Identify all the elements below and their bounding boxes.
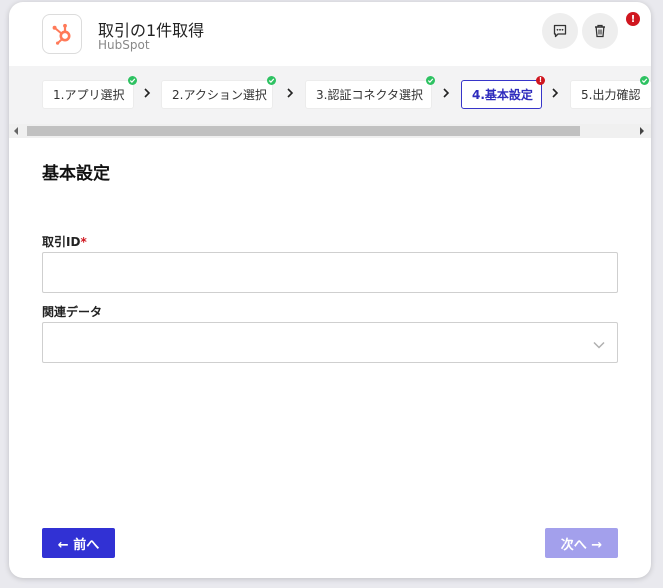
deal-id-label: 取引ID*: [42, 233, 87, 250]
section-title: 基本設定: [42, 164, 110, 184]
step-label: 4.基本設定: [472, 88, 533, 102]
chevron-right-icon: [443, 88, 450, 98]
deal-id-label-text: 取引ID: [42, 235, 81, 249]
app-name: HubSpot: [98, 38, 150, 52]
deal-id-input[interactable]: [42, 252, 618, 293]
step-label: 1.アプリ選択: [53, 88, 125, 102]
step-label: 3.認証コネクタ選択: [316, 88, 423, 102]
related-data-select[interactable]: [42, 322, 618, 363]
step-label: 5.出力確認: [581, 88, 641, 102]
header: 取引の1件取得 HubSpot !: [9, 2, 651, 66]
delete-button[interactable]: [582, 13, 618, 49]
scroll-right-icon[interactable]: [640, 127, 644, 135]
step-navigation: 1.アプリ選択 2.アクション選択 3.認証コネクタ選択 4.基本設定 ! 5.…: [9, 66, 651, 124]
chevron-down-icon: [593, 341, 605, 349]
chevron-right-icon: [552, 88, 559, 98]
comment-icon: [553, 24, 567, 38]
required-mark: *: [80, 235, 87, 249]
step-4-basic-settings[interactable]: 4.基本設定 !: [461, 76, 545, 109]
step-3-connector-select[interactable]: 3.認証コネクタ選択: [305, 76, 435, 109]
chevron-right-icon: [287, 88, 294, 98]
error-alert-icon[interactable]: !: [626, 12, 640, 26]
related-data-label: 関連データ: [42, 305, 103, 319]
check-icon: [128, 76, 137, 85]
horizontal-scrollbar[interactable]: [9, 124, 651, 138]
check-icon: [640, 76, 649, 85]
step-2-action-select[interactable]: 2.アクション選択: [161, 76, 276, 109]
step-1-app-select[interactable]: 1.アプリ選択: [42, 76, 137, 109]
scrollbar-thumb[interactable]: [27, 126, 580, 136]
comment-button[interactable]: [542, 13, 578, 49]
step-5-output-check[interactable]: 5.出力確認: [570, 76, 651, 109]
check-icon: [426, 76, 435, 85]
prev-button[interactable]: ← 前へ: [42, 528, 115, 558]
trash-icon: [595, 24, 605, 38]
scroll-left-icon[interactable]: [14, 127, 18, 135]
check-icon: [267, 76, 276, 85]
error-icon: !: [536, 76, 545, 85]
chevron-right-icon: [144, 88, 151, 98]
next-button[interactable]: 次へ →: [545, 528, 618, 558]
step-label: 2.アクション選択: [172, 88, 267, 102]
hubspot-logo-icon: [42, 14, 82, 54]
modal-card: 取引の1件取得 HubSpot ! 1.アプリ選択 2.アクション選択 3.認証…: [9, 2, 651, 578]
